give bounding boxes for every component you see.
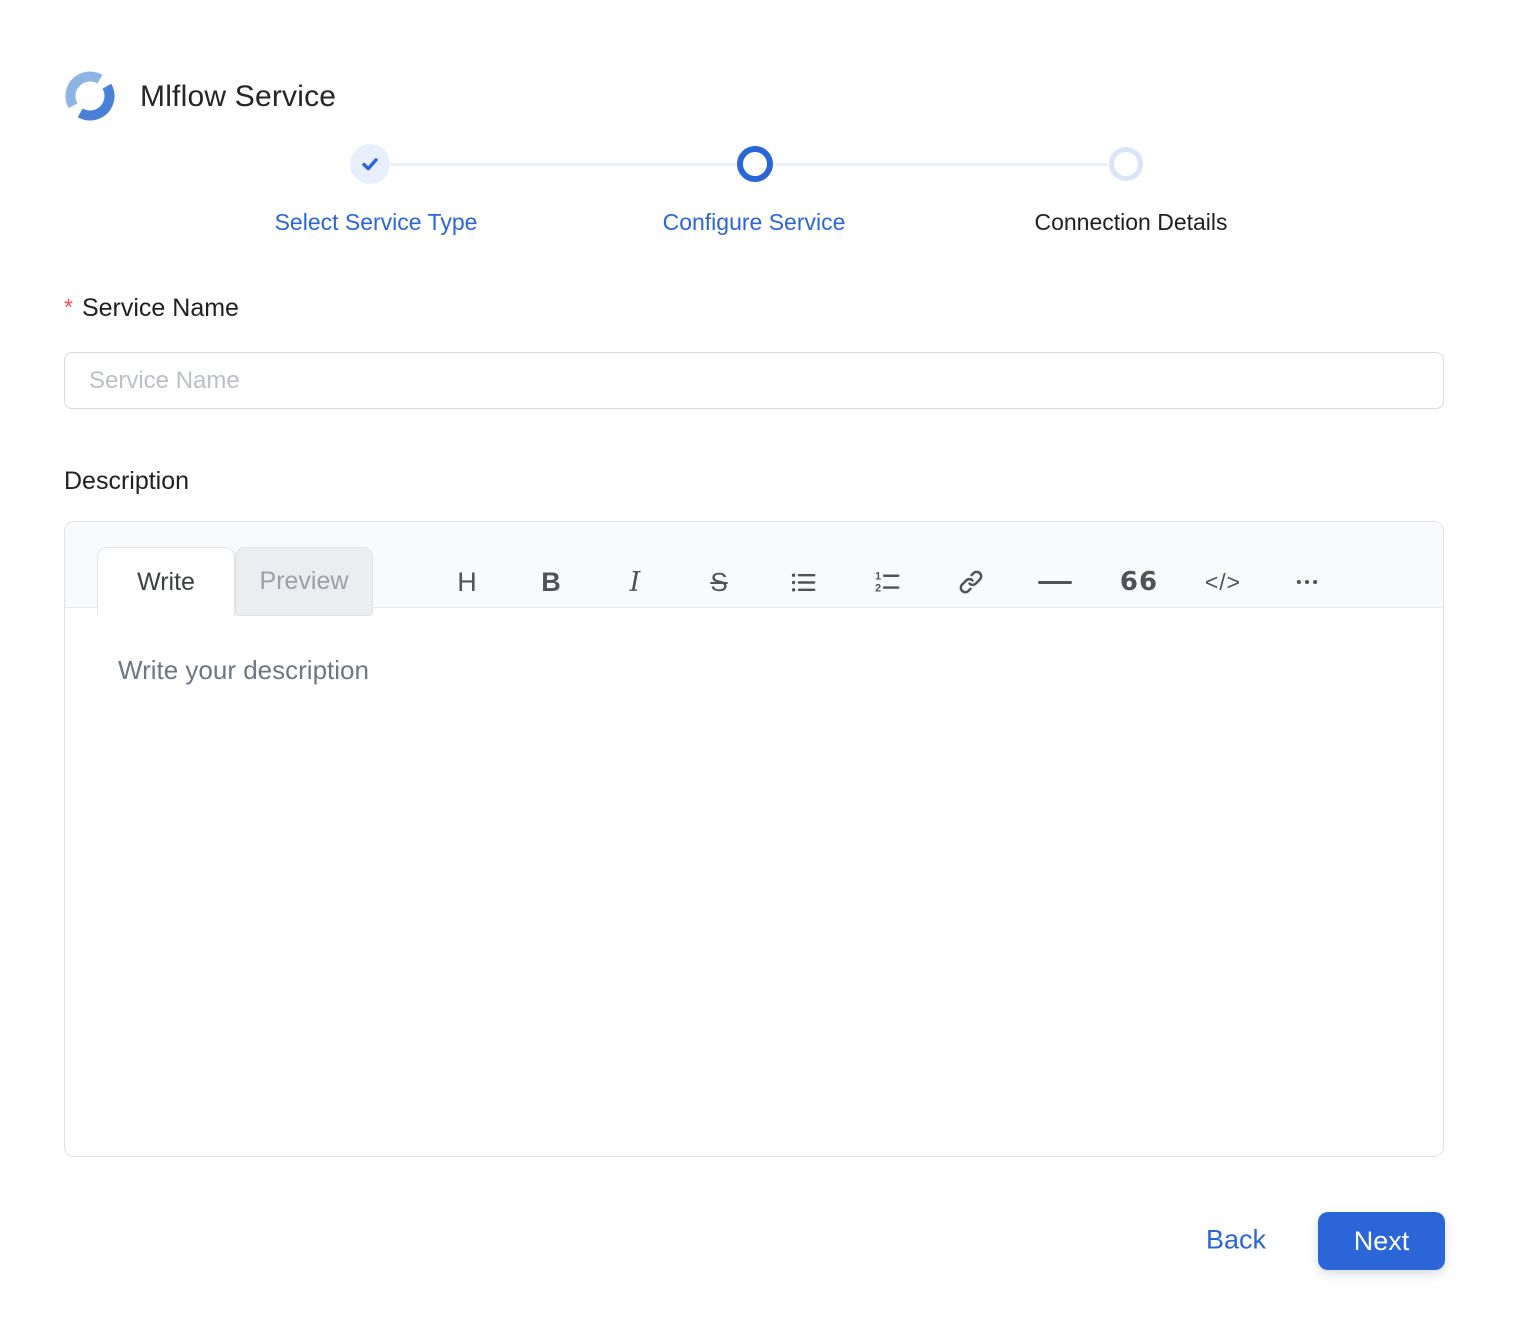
service-name-input[interactable] — [64, 352, 1444, 409]
description-editor: Write Preview H B I S — [64, 521, 1444, 1157]
editor-write-area — [66, 609, 1442, 1155]
tab-write[interactable]: Write — [97, 547, 235, 616]
description-textarea[interactable] — [66, 609, 1442, 1155]
step-label-select-service-type: Select Service Type — [275, 209, 478, 236]
quote-icon[interactable]: 66 — [1097, 547, 1181, 617]
heading-icon[interactable]: H — [425, 547, 509, 617]
service-setup-page: Mlflow Service Select Service Type Confi… — [0, 0, 1514, 1340]
page-title: Mlflow Service — [140, 80, 336, 114]
bold-icon[interactable]: B — [509, 547, 593, 617]
editor-toolbar: H B I S — [425, 547, 1349, 617]
back-button[interactable]: Back — [1206, 1225, 1266, 1256]
step-label-connection-details: Connection Details — [1034, 209, 1227, 236]
tab-preview[interactable]: Preview — [235, 547, 373, 616]
step-indicator-configure-service — [737, 146, 773, 182]
more-options-icon[interactable] — [1265, 547, 1349, 617]
service-name-label: *Service Name — [64, 294, 239, 323]
check-icon — [360, 154, 380, 174]
svg-text:1: 1 — [875, 570, 881, 582]
mlflow-logo-icon — [64, 70, 116, 122]
italic-icon[interactable]: I — [593, 547, 677, 617]
stepper-connector-2 — [773, 163, 1108, 166]
numbered-list-icon[interactable]: 1 2 — [845, 547, 929, 617]
stepper-connector-1 — [390, 163, 737, 166]
required-asterisk: * — [64, 294, 73, 320]
step-indicator-select-service-type — [350, 144, 390, 184]
step-label-configure-service: Configure Service — [663, 209, 846, 236]
code-icon[interactable]: </> — [1181, 547, 1265, 617]
link-icon[interactable] — [929, 547, 1013, 617]
bulleted-list-icon[interactable] — [761, 547, 845, 617]
step-indicator-connection-details — [1109, 147, 1143, 181]
strikethrough-icon[interactable]: S — [677, 547, 761, 617]
description-label: Description — [64, 467, 189, 496]
next-button[interactable]: Next — [1318, 1212, 1445, 1270]
svg-text:2: 2 — [875, 582, 881, 594]
horizontal-rule-icon[interactable] — [1013, 547, 1097, 617]
